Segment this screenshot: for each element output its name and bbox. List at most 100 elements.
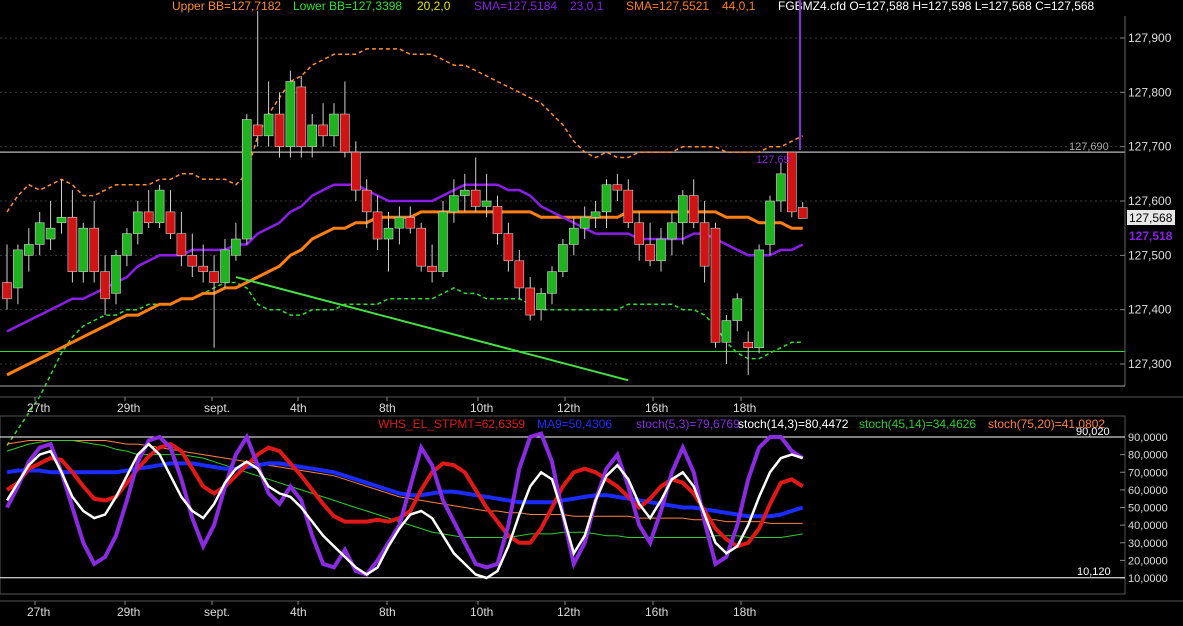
candle-body: [350, 151, 361, 191]
candle-body: [405, 217, 416, 229]
candle-body: [776, 173, 786, 202]
candle-body: [579, 217, 590, 229]
candle-body: [558, 244, 568, 272]
candle-body: [503, 233, 514, 262]
candle-body: [220, 249, 230, 283]
legend-sma-slow: SMA=127,5521: [626, 0, 709, 13]
candle-body: [568, 227, 579, 245]
x-tick-label: 18th: [733, 401, 756, 415]
candle-body: [231, 238, 241, 256]
candle-body: [187, 255, 198, 267]
candle-body: [732, 298, 743, 321]
price-tick-label: 127,800: [1128, 85, 1172, 99]
candle-body: [536, 293, 546, 310]
candle-body: [656, 238, 666, 262]
x-tick-label: 8th: [379, 401, 396, 415]
chart-canvas[interactable]: Upper BB=127,7182 Lower BB=127,3398 20,2…: [0, 0, 1183, 621]
candle-body: [514, 260, 525, 289]
last-price-label: 127,568: [1129, 211, 1173, 225]
hline-label: 127,690: [1069, 141, 1109, 153]
bb-mark-label: 127,69: [756, 154, 790, 166]
candle-body: [318, 124, 328, 137]
candle-body: [307, 124, 318, 147]
legend-bb-params: 20,2,0: [417, 0, 451, 13]
x-tick-label: 4th: [290, 605, 307, 619]
candle-body: [133, 211, 143, 234]
candle-body: [547, 271, 557, 294]
candle-body: [383, 227, 394, 240]
candle-body: [481, 200, 492, 207]
candle-body: [78, 227, 89, 272]
candle-body: [198, 265, 208, 272]
candle-body: [634, 222, 645, 245]
candle-body: [372, 211, 383, 240]
candle-body: [209, 271, 219, 283]
legend-ma9: MA9=50,4306: [537, 417, 612, 431]
candle-body: [677, 195, 688, 224]
osc-tick-label: 10,0000: [1128, 573, 1168, 585]
candle-body: [56, 217, 67, 224]
legend-whs: WHS_EL_STPMT=62,6359: [378, 417, 525, 431]
candle-body: [743, 341, 754, 348]
legend-quote: FGBMZ4.cfd O=127,588 H=127,598 L=127,568…: [778, 0, 1095, 13]
legend-lower-bb: Lower BB=127,3398: [293, 0, 402, 13]
legend-stoch14: stoch(14,3)=80,4472: [738, 417, 849, 431]
candle-body: [34, 222, 45, 245]
price-tick-label: 127,500: [1128, 248, 1172, 262]
x-tick-label: 27th: [27, 605, 50, 619]
x-tick-label: 12th: [557, 605, 580, 619]
candle-body: [699, 222, 710, 267]
osc-tick-label: 60,0000: [1128, 485, 1168, 497]
price-tick-label: 127,600: [1128, 194, 1172, 208]
candle-body: [89, 227, 99, 272]
candle-body: [416, 227, 427, 267]
osc-tick-label: 20,0000: [1128, 555, 1168, 567]
candle-body: [645, 244, 655, 262]
x-tick-label: 18th: [733, 605, 756, 619]
x-tick-label: 29th: [117, 605, 140, 619]
candle-body: [252, 124, 263, 137]
osc-tick-label: 50,0000: [1128, 503, 1168, 515]
candle-body: [710, 227, 721, 343]
candle-body: [176, 233, 187, 256]
candle-body: [296, 86, 307, 147]
x-tick-label: 4th: [290, 401, 307, 415]
candle-body: [13, 249, 23, 289]
candle-body: [274, 113, 285, 147]
candle-body: [23, 244, 34, 256]
candle-body: [754, 249, 764, 348]
candle-body: [329, 113, 339, 137]
candle-body: [765, 200, 775, 245]
chart-background: [0, 0, 1183, 621]
price-tick-label: 127,700: [1128, 140, 1172, 154]
candle-body: [165, 211, 176, 234]
sma-value-label: 127,518: [1129, 229, 1173, 243]
x-tick-label: 12th: [557, 401, 580, 415]
candle-body: [667, 222, 677, 240]
legend-stoch53: stoch(5,3)=79,6769: [636, 417, 740, 431]
osc-upper-level-label: 90,020: [1076, 426, 1110, 438]
osc-tick-label: 90,0000: [1128, 432, 1168, 444]
candle-body: [688, 195, 699, 224]
price-tick-label: 127,300: [1128, 357, 1172, 371]
legend-sma-fast-params: 23,0,1: [570, 0, 604, 13]
candle-body: [67, 217, 78, 272]
osc-lower-level-label: 10,120: [1077, 566, 1111, 578]
candle-body: [361, 189, 372, 213]
x-tick-label: 16th: [645, 605, 668, 619]
candle-body: [797, 207, 808, 219]
candle-body: [449, 195, 459, 213]
candle-body: [470, 189, 481, 207]
chart-window: Upper BB=127,7182 Lower BB=127,3398 20,2…: [0, 0, 1183, 621]
candle-body: [459, 189, 470, 196]
osc-tick-label: 70,0000: [1128, 467, 1168, 479]
candle-body: [2, 282, 12, 300]
price-legend: Upper BB=127,7182 Lower BB=127,3398 20,2…: [172, 0, 1095, 13]
x-tick-label: 8th: [379, 605, 396, 619]
price-tick-label: 127,900: [1128, 31, 1172, 45]
candle-body: [154, 189, 165, 224]
candle-body: [438, 211, 448, 272]
candle-body: [394, 217, 405, 229]
candle-body: [285, 81, 296, 147]
candle-body: [263, 113, 274, 137]
